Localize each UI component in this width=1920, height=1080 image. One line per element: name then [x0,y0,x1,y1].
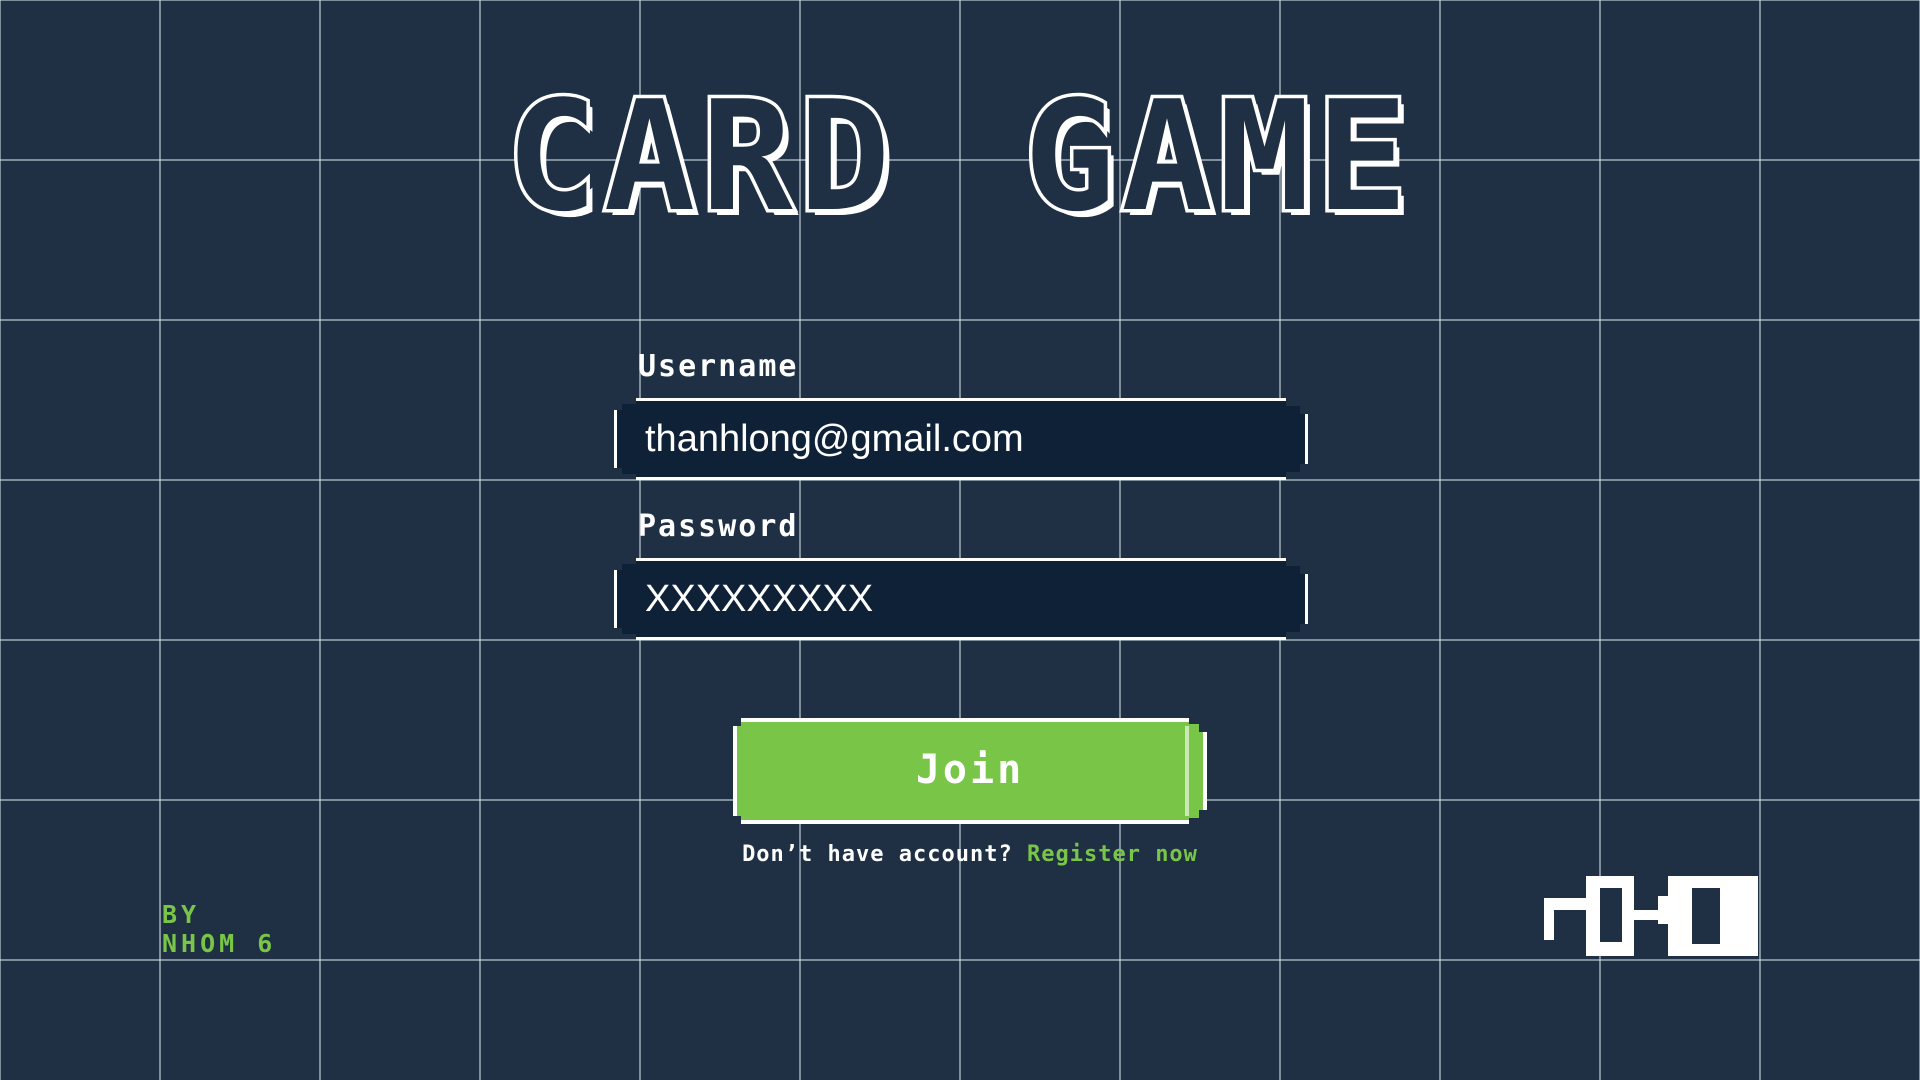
button-edge-highlight [1185,726,1189,816]
credit-line-by: BY [162,900,201,929]
register-now-link[interactable]: Register now [1027,842,1198,867]
credit-line-team: NHOM 6 [162,929,277,958]
username-value[interactable]: thanhlong@gmail.com [645,401,1024,477]
password-label: Password [638,509,799,544]
game-title: CARD GAME [503,68,1414,245]
password-value[interactable]: XXXXXXXXX [645,561,873,637]
register-prompt-text: Don’t have account? [742,842,1013,867]
join-button-label: Join [915,747,1025,793]
join-button[interactable]: Join [733,718,1207,824]
pixel-logo-icon [1544,876,1758,956]
credit-text: BY NHOM 6 [162,900,276,958]
username-label: Username [638,349,799,384]
password-field[interactable]: XXXXXXXXX [614,558,1308,640]
register-prompt: Don’t have account? Register now [0,842,1920,867]
username-field[interactable]: thanhlong@gmail.com [614,398,1308,480]
